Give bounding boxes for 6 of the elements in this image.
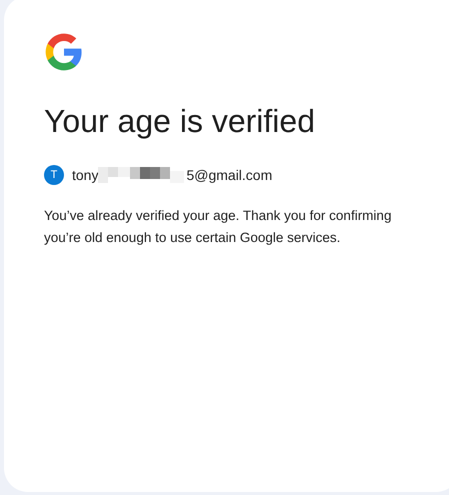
google-logo-icon	[44, 32, 84, 72]
email-text: tony	[72, 166, 98, 185]
account-avatar: T	[44, 165, 64, 185]
email-text: 5@gmail.com	[186, 166, 272, 185]
page-heading: Your age is verified	[44, 102, 316, 141]
message-text: You’ve already verified your age. Thank you for confirming you’re old enough to use certain Google services.	[44, 207, 392, 247]
